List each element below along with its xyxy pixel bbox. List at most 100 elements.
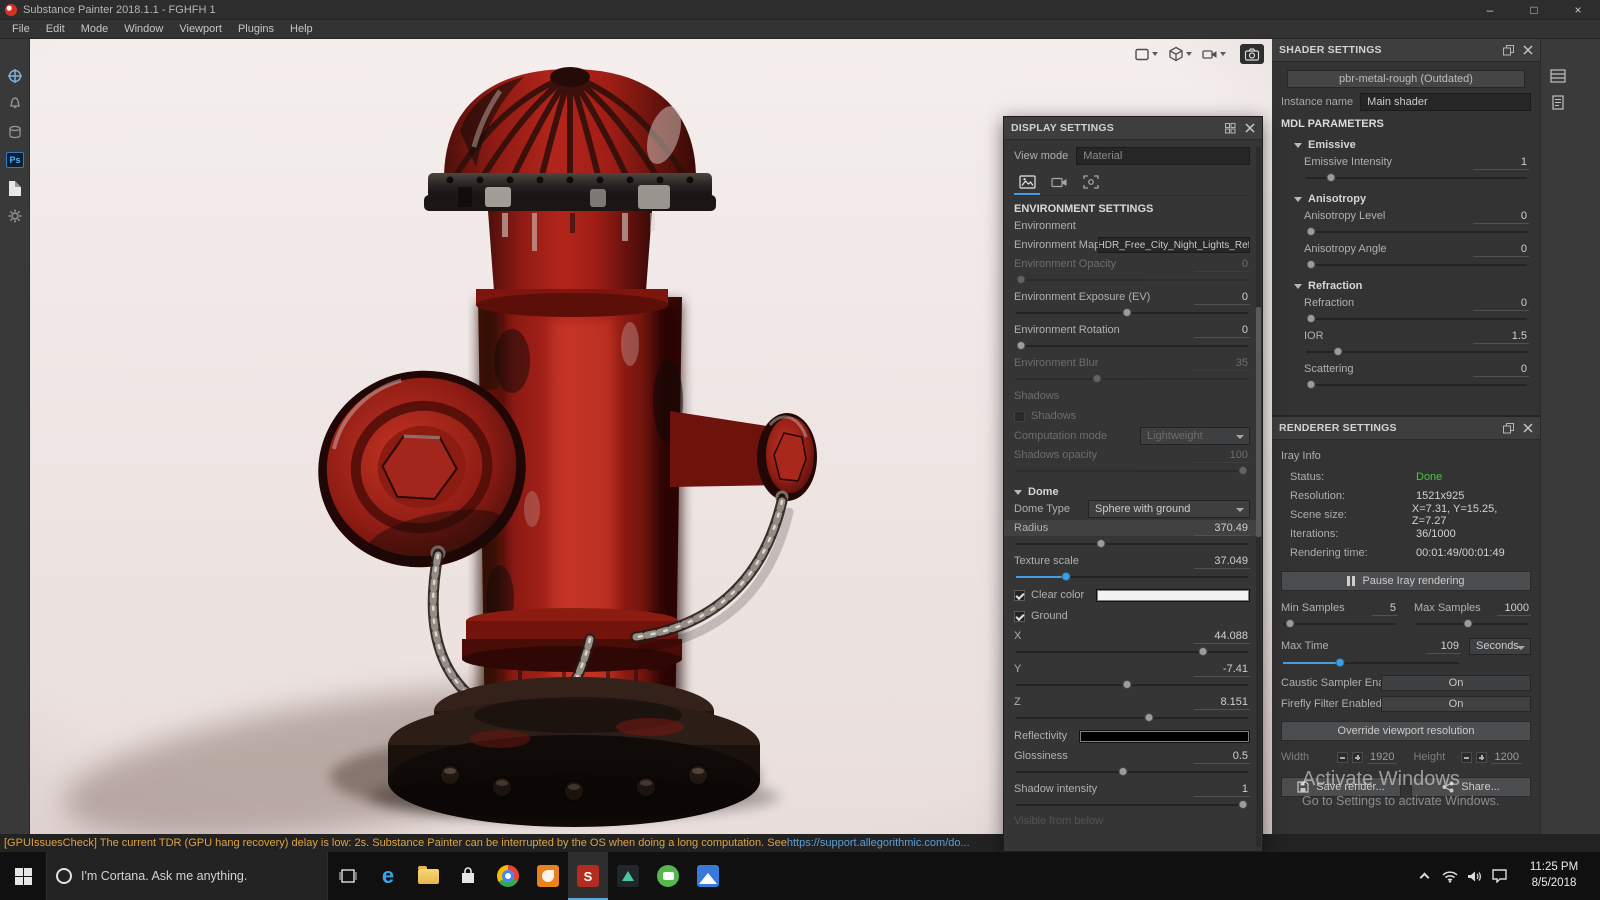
firefly-filter-toggle[interactable]: On bbox=[1381, 695, 1531, 712]
menu-help[interactable]: Help bbox=[282, 23, 321, 35]
environment-map-button[interactable]: HDR_Free_City_Night_Lights_Ref bbox=[1098, 237, 1250, 253]
override-resolution-button[interactable]: Override viewport resolution bbox=[1281, 721, 1531, 741]
glossiness-slider[interactable] bbox=[1014, 766, 1250, 778]
volume-tray-icon[interactable] bbox=[1462, 852, 1487, 900]
anisotropy-level-slider[interactable] bbox=[1304, 226, 1529, 238]
slider-thumb[interactable] bbox=[1198, 647, 1208, 656]
dock-grid-icon[interactable] bbox=[1225, 122, 1236, 134]
radius-value[interactable]: 370.49 bbox=[1194, 521, 1250, 536]
dome-group-header[interactable]: Dome bbox=[1014, 486, 1250, 498]
shader-settings-header[interactable]: SHADER SETTINGS bbox=[1272, 39, 1540, 62]
anisotropy-angle-slider[interactable] bbox=[1304, 259, 1529, 271]
camera-mode-button[interactable] bbox=[1202, 48, 1226, 61]
action-center-icon[interactable] bbox=[1487, 852, 1512, 900]
taskbar-app-chrome[interactable] bbox=[488, 852, 528, 900]
shadow-intensity-value[interactable]: 1 bbox=[1194, 782, 1250, 797]
ground-y-value[interactable]: -7.41 bbox=[1194, 662, 1250, 677]
menu-mode[interactable]: Mode bbox=[73, 23, 117, 35]
taskbar-app-substance-painter[interactable]: S bbox=[568, 852, 608, 900]
slider-thumb[interactable] bbox=[1306, 380, 1316, 389]
emissive-intensity-slider[interactable] bbox=[1304, 172, 1529, 184]
glossiness-value[interactable]: 0.5 bbox=[1194, 749, 1250, 764]
minimize-button[interactable]: – bbox=[1468, 0, 1512, 19]
display-settings-header[interactable]: DISPLAY SETTINGS bbox=[1004, 117, 1262, 140]
clear-color-checkbox[interactable] bbox=[1014, 589, 1025, 601]
menu-file[interactable]: File bbox=[4, 23, 38, 35]
refraction-group-header[interactable]: Refraction bbox=[1294, 280, 1531, 292]
task-view-button[interactable] bbox=[328, 852, 368, 900]
emissive-group-header[interactable]: Emissive bbox=[1294, 139, 1531, 151]
renderer-settings-header[interactable]: RENDERER SETTINGS bbox=[1272, 417, 1540, 440]
reflectivity-swatch[interactable] bbox=[1079, 729, 1250, 743]
min-samples-slider[interactable] bbox=[1281, 618, 1398, 630]
float-panel-icon[interactable] bbox=[1503, 44, 1514, 56]
ior-value[interactable]: 1.5 bbox=[1473, 329, 1529, 344]
display-mode-button[interactable] bbox=[1134, 47, 1158, 62]
anisotropy-angle-value[interactable]: 0 bbox=[1473, 242, 1529, 257]
ground-z-value[interactable]: 8.151 bbox=[1194, 695, 1250, 710]
menu-plugins[interactable]: Plugins bbox=[230, 23, 282, 35]
view-mode-input[interactable]: Material bbox=[1076, 147, 1250, 165]
photoshop-icon[interactable] bbox=[5, 150, 25, 170]
taskbar-app-messaging[interactable] bbox=[648, 852, 688, 900]
height-increment-icon[interactable] bbox=[1476, 751, 1488, 763]
anisotropy-group-header[interactable]: Anisotropy bbox=[1294, 193, 1531, 205]
save-render-button[interactable]: Save render... bbox=[1281, 777, 1401, 797]
slider-thumb[interactable] bbox=[1122, 308, 1132, 317]
slider-thumb[interactable] bbox=[1306, 260, 1316, 269]
ground-x-slider[interactable] bbox=[1014, 646, 1250, 658]
document-icon[interactable] bbox=[5, 178, 25, 198]
instance-name-input[interactable]: Main shader bbox=[1360, 93, 1531, 111]
slider-thumb[interactable] bbox=[1144, 713, 1154, 722]
shadow-intensity-slider[interactable] bbox=[1014, 799, 1250, 811]
ground-x-value[interactable]: 44.088 bbox=[1194, 629, 1250, 644]
properties-panel-icon[interactable] bbox=[1548, 93, 1568, 111]
slider-thumb[interactable] bbox=[1016, 341, 1026, 350]
max-time-slider[interactable] bbox=[1281, 657, 1461, 669]
render-height-value[interactable]: 1200 bbox=[1491, 751, 1522, 764]
slider-thumb[interactable] bbox=[1333, 347, 1343, 356]
status-link[interactable]: https://support.allegorithmic.com/do... bbox=[787, 837, 970, 849]
refraction-value[interactable]: 0 bbox=[1473, 296, 1529, 311]
environment-rotation-value[interactable]: 0 bbox=[1194, 323, 1250, 338]
max-samples-value[interactable]: 1000 bbox=[1497, 601, 1531, 616]
max-samples-slider[interactable] bbox=[1414, 618, 1531, 630]
slider-thumb[interactable] bbox=[1463, 619, 1473, 628]
texture-scale-slider[interactable] bbox=[1014, 571, 1250, 583]
max-time-value[interactable]: 109 bbox=[1427, 639, 1461, 654]
share-button[interactable]: Share... bbox=[1411, 777, 1531, 797]
environment-exposure-value[interactable]: 0 bbox=[1194, 290, 1250, 305]
menu-edit[interactable]: Edit bbox=[38, 23, 73, 35]
scattering-slider[interactable] bbox=[1304, 379, 1529, 391]
dome-type-dropdown[interactable]: Sphere with ground bbox=[1088, 500, 1250, 518]
scrollbar-thumb[interactable] bbox=[1256, 307, 1261, 537]
layers-panel-icon[interactable] bbox=[1548, 67, 1568, 85]
height-decrement-icon[interactable] bbox=[1461, 751, 1473, 763]
caustic-sampler-toggle[interactable]: On bbox=[1381, 674, 1531, 691]
cortana-search-box[interactable]: I'm Cortana. Ask me anything. bbox=[46, 852, 328, 900]
display-panel-scrollbar[interactable] bbox=[1256, 147, 1261, 847]
network-tray-icon[interactable] bbox=[1437, 852, 1462, 900]
pause-iray-button[interactable]: Pause Iray rendering bbox=[1281, 571, 1531, 591]
taskbar-app-photos[interactable] bbox=[688, 852, 728, 900]
texture-scale-value[interactable]: 37.049 bbox=[1194, 554, 1250, 569]
slider-thumb[interactable] bbox=[1335, 658, 1345, 667]
min-samples-value[interactable]: 5 bbox=[1372, 601, 1398, 616]
ground-y-slider[interactable] bbox=[1014, 679, 1250, 691]
taskbar-app-file-explorer[interactable] bbox=[408, 852, 448, 900]
tab-material-view[interactable] bbox=[1014, 171, 1040, 195]
taskbar-clock[interactable]: 11:25 PM 8/5/2018 bbox=[1516, 860, 1592, 891]
tab-camera-view[interactable] bbox=[1046, 171, 1072, 195]
ground-checkbox[interactable] bbox=[1014, 610, 1025, 622]
close-button[interactable]: × bbox=[1556, 0, 1600, 19]
taskbar-app-edge[interactable]: e bbox=[368, 852, 408, 900]
slider-thumb[interactable] bbox=[1118, 767, 1128, 776]
slider-thumb[interactable] bbox=[1306, 227, 1316, 236]
slider-thumb[interactable] bbox=[1122, 680, 1132, 689]
taskbar-app-substance-b2m[interactable] bbox=[528, 852, 568, 900]
resources-icon[interactable] bbox=[5, 122, 25, 142]
refraction-slider[interactable] bbox=[1304, 313, 1529, 325]
close-icon[interactable] bbox=[1523, 423, 1533, 433]
ior-slider[interactable] bbox=[1304, 346, 1529, 358]
width-decrement-icon[interactable] bbox=[1337, 751, 1348, 763]
